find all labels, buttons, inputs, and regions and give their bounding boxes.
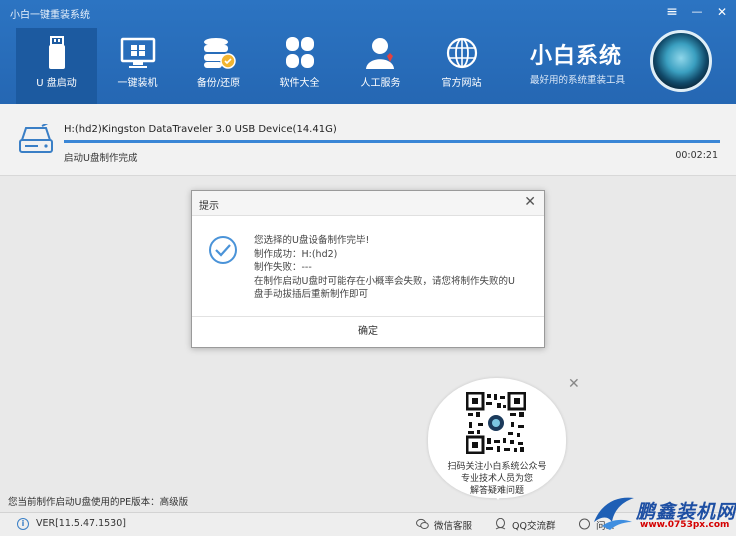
nav-label: 备份/还原 [196, 78, 241, 89]
device-status: 启动U盘制作完成 [64, 153, 138, 164]
dialog-title: 提示 [199, 201, 219, 212]
qr-code-icon [466, 392, 526, 454]
device-row: H:(hd2)Kingston DataTraveler 3.0 USB Dev… [0, 104, 736, 176]
nav-item-backup-restore[interactable]: 备份/还原 [178, 28, 259, 104]
nav-label: U 盘启动 [36, 78, 77, 89]
qr-close-button[interactable]: ✕ [568, 376, 580, 392]
wechat-support-link[interactable]: 微信客服 [434, 518, 472, 532]
close-button[interactable]: ✕ [712, 3, 732, 21]
nav-label: 软件大全 [279, 78, 320, 89]
qr-caption-line: 扫码关注小白系统公众号 [447, 462, 547, 472]
usb-drive-icon [48, 36, 65, 69]
help-icon [579, 518, 590, 530]
database-backup-icon [203, 38, 236, 69]
brand-slogan: 最好用的系统重装工具 [530, 75, 626, 86]
ok-button[interactable]: 确定 [192, 317, 544, 347]
brand-logo-icon [650, 30, 712, 92]
nav-item-usb-boot[interactable]: U 盘启动 [16, 28, 97, 104]
pe-version-info: 您当前制作启动U盘使用的PE版本：高级版 [8, 497, 189, 508]
qq-group-link[interactable]: QQ交流群 [512, 518, 555, 532]
nav-item-support[interactable]: 人工服务 [340, 28, 421, 104]
dialog-message: 您选择的U盘设备制作完毕! 制作成功：H:(hd2) 制作失败：--- 在制作启… [254, 234, 529, 302]
minimize-button[interactable]: — [687, 3, 707, 21]
nav-label: 一键装机 [117, 78, 158, 89]
menu-icon[interactable]: ≡ [662, 3, 682, 21]
completion-dialog: 提示 ✕ 您选择的U盘设备制作完毕! 制作成功：H:(hd2) 制作失败：---… [191, 190, 545, 348]
dialog-line: 制作成功：H:(hd2) [254, 248, 338, 260]
support-person-icon [365, 38, 394, 69]
dialog-line: 制作失败：--- [254, 262, 312, 273]
watermark-bird-icon [594, 497, 634, 530]
info-icon: i [17, 518, 29, 530]
clover-apps-icon [285, 37, 314, 68]
nav-label: 人工服务 [360, 78, 401, 89]
dialog-line: 您选择的U盘设备制作完毕! [254, 235, 370, 246]
nav-item-software[interactable]: 软件大全 [259, 28, 340, 104]
watermark-url: www.0753px.com [640, 520, 730, 530]
elapsed-time: 00:02:21 [675, 150, 718, 161]
wechat-icon [416, 518, 429, 529]
device-name: H:(hd2)Kingston DataTraveler 3.0 USB Dev… [64, 124, 337, 135]
app-header: 小白一键重装系统 ≡ — ✕ U 盘启动 一键装机 备份/还原 软件大全 人工服… [0, 0, 736, 104]
dialog-line: 在制作启动U盘时可能存在小概率会失败，请您将制作失败的U [254, 275, 515, 287]
nav-item-website[interactable]: 官方网站 [421, 28, 502, 104]
app-title: 小白一键重装系统 [10, 10, 90, 21]
qr-caption-line: 解答疑难问题 [469, 486, 524, 496]
version-text: VER[11.5.47.1530] [36, 518, 126, 529]
progress-bar [64, 140, 720, 143]
globe-icon [446, 37, 477, 69]
monitor-icon [120, 37, 155, 68]
brand-name: 小白系统 [530, 44, 623, 69]
main-nav: U 盘启动 一键装机 备份/还原 软件大全 人工服务 官方网站 [16, 28, 502, 104]
dialog-close-button[interactable]: ✕ [524, 194, 536, 210]
nav-item-one-click-install[interactable]: 一键装机 [97, 28, 178, 104]
dialog-header: 提示 ✕ [192, 191, 544, 216]
disk-drive-icon [19, 124, 53, 153]
nav-label: 官方网站 [441, 78, 482, 89]
progress-fill [64, 140, 720, 143]
success-check-icon [209, 236, 237, 264]
qr-caption: 扫码关注小白系统公众号 专业技术人员为您 解答疑难问题 [432, 461, 562, 497]
qq-icon [495, 518, 506, 530]
qr-caption-line: 专业技术人员为您 [460, 474, 533, 484]
dialog-line: 盘手动拔插后重新制作即可 [254, 289, 369, 300]
